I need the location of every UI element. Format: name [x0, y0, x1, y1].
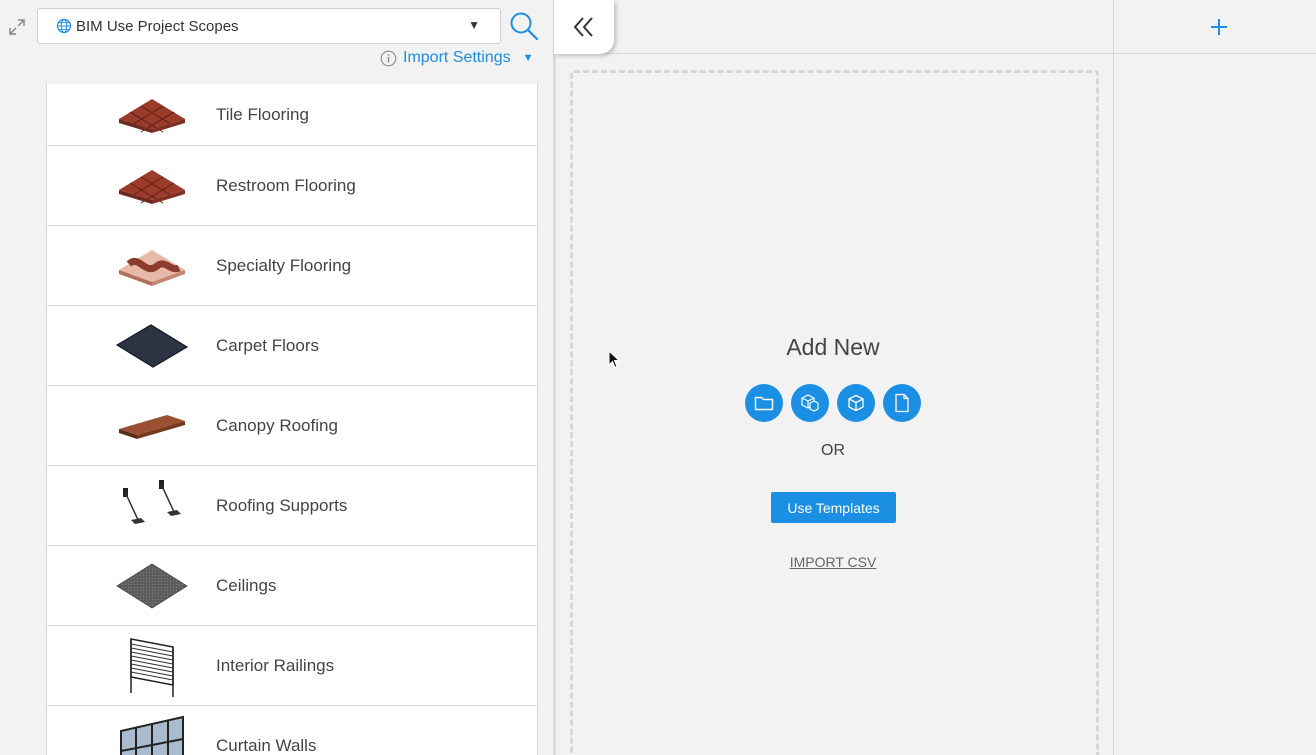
- import-settings-link[interactable]: Import Settings ▼: [380, 47, 534, 69]
- scope-item-label: Curtain Walls: [216, 735, 317, 755]
- globe-icon: [56, 18, 72, 34]
- folder-icon: [754, 396, 774, 411]
- expand-icon[interactable]: [6, 16, 28, 38]
- cube-icon: [848, 394, 864, 412]
- scope-item-curtain-walls[interactable]: Curtain Walls: [47, 706, 537, 755]
- dropdown-caret-icon: ▼: [468, 18, 480, 32]
- or-separator: OR: [821, 442, 845, 459]
- add-cube-button[interactable]: [837, 384, 875, 422]
- header-rule: [556, 53, 1316, 54]
- scope-item-restroom-flooring[interactable]: Restroom Flooring: [47, 146, 537, 226]
- import-settings-label: Import Settings: [403, 49, 511, 66]
- scope-select-value: BIM Use Project Scopes: [76, 17, 239, 35]
- scope-item-label: Roofing Supports: [216, 495, 348, 515]
- scope-item-label: Carpet Floors: [216, 335, 319, 355]
- file-icon: [895, 393, 909, 413]
- multi-cube-icon: [801, 394, 819, 412]
- scope-item-label: Ceilings: [216, 575, 277, 595]
- info-icon: [380, 50, 397, 66]
- specialty-flooring-icon: [113, 231, 191, 301]
- scope-item-label: Tile Flooring: [216, 104, 309, 124]
- scope-item-roofing-supports[interactable]: Roofing Supports: [47, 466, 537, 546]
- import-settings-caret-icon: ▼: [522, 52, 534, 64]
- scope-list: Tile Flooring Restroom Flooring Specialt…: [46, 84, 538, 755]
- curtain-walls-icon: [113, 711, 191, 755]
- scope-item-carpet-floors[interactable]: Carpet Floors: [47, 306, 537, 386]
- mouse-cursor-icon: [608, 350, 620, 369]
- scope-item-tile-flooring[interactable]: Tile Flooring: [47, 84, 537, 146]
- scope-item-label: Canopy Roofing: [216, 415, 338, 435]
- scope-item-label: Restroom Flooring: [216, 175, 356, 195]
- interior-railings-icon: [113, 631, 191, 701]
- add-multi-cube-button[interactable]: [791, 384, 829, 422]
- tile-flooring-icon: [113, 84, 191, 150]
- scope-item-label: Specialty Flooring: [216, 255, 352, 275]
- scope-library-panel: BIM Use Project Scopes ▼ Import Settings…: [0, 0, 554, 755]
- app-window: BIM Use Project Scopes ▼ Import Settings…: [0, 0, 1316, 755]
- add-column-button[interactable]: [1206, 14, 1232, 40]
- scope-item-canopy-roofing[interactable]: Canopy Roofing: [47, 386, 537, 466]
- use-templates-button[interactable]: Use Templates: [771, 492, 896, 523]
- roofing-supports-icon: [113, 471, 191, 541]
- scope-item-specialty-flooring[interactable]: Specialty Flooring: [47, 226, 537, 306]
- ceilings-icon: [113, 551, 191, 621]
- scope-item-interior-railings[interactable]: Interior Railings: [47, 626, 537, 706]
- scope-library-select[interactable]: BIM Use Project Scopes ▼: [37, 8, 501, 44]
- double-chevron-left-icon: [573, 17, 593, 37]
- add-new-title: Add New: [786, 334, 880, 360]
- restroom-flooring-icon: [113, 151, 191, 221]
- canopy-roofing-icon: [113, 391, 191, 461]
- scope-item-label: Interior Railings: [216, 655, 335, 675]
- import-csv-link[interactable]: IMPORT CSV: [773, 554, 893, 570]
- collapse-panel-button[interactable]: [554, 0, 614, 54]
- scope-item-ceilings[interactable]: Ceilings: [47, 546, 537, 626]
- search-icon[interactable]: [508, 10, 540, 42]
- add-new-actions: [745, 384, 923, 422]
- plus-icon: [1211, 19, 1227, 35]
- carpet-floors-icon: [113, 311, 191, 381]
- right-panel-divider: [1113, 0, 1114, 755]
- add-folder-button[interactable]: [745, 384, 783, 422]
- add-file-button[interactable]: [883, 384, 921, 422]
